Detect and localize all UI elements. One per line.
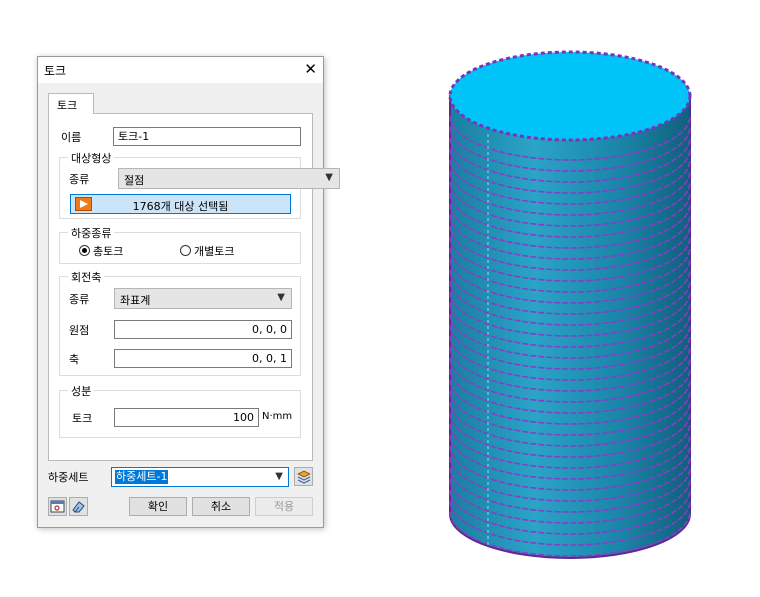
radio-total-torque[interactable] bbox=[79, 245, 90, 256]
axis-label: 축 bbox=[69, 353, 80, 366]
cylinder-top-face bbox=[448, 50, 692, 142]
load-type-group: 하중종류 총토크 개별토크 bbox=[59, 225, 301, 264]
radio-individual-torque-label: 개별토크 bbox=[194, 245, 235, 258]
axis-input[interactable]: 0, 0, 1 bbox=[114, 349, 292, 368]
component-group-title: 성분 bbox=[68, 383, 95, 399]
cancel-button[interactable]: 취소 bbox=[192, 497, 250, 516]
radio-individual-torque[interactable] bbox=[180, 245, 191, 256]
chevron-down-icon: ▼ bbox=[325, 172, 333, 183]
axis-type-value: 좌표계 bbox=[120, 294, 151, 307]
layers-icon bbox=[297, 470, 311, 484]
origin-input[interactable]: 0, 0, 0 bbox=[114, 320, 292, 339]
target-group-title: 대상형상 bbox=[68, 150, 115, 166]
tab-panel: 이름 토크-1 대상형상 종류 절점 ▼ 1768개 대상 선택됨 하중종류 총… bbox=[48, 113, 340, 461]
cylinder-model[interactable] bbox=[440, 34, 700, 564]
load-set-label: 하중세트 bbox=[48, 471, 89, 484]
torque-input[interactable]: 100 bbox=[114, 408, 259, 427]
select-targets-button[interactable]: 1768개 대상 선택됨 bbox=[70, 194, 291, 214]
torque-label: 토크 bbox=[72, 412, 93, 425]
load-set-value: 하중세트-1 bbox=[115, 470, 169, 484]
ok-button[interactable]: 확인 bbox=[129, 497, 187, 516]
axis-group: 회전축 종류 좌표계 ▼ 원점 0, 0, 0 축 0, 0, 1 bbox=[59, 269, 301, 376]
load-type-group-title: 하중종류 bbox=[68, 225, 115, 241]
tab-torque-label: 토크 bbox=[57, 99, 78, 112]
torque-dialog: 토크 ✕ 토크 이름 토크-1 대상형상 종류 절점 ▼ 1768개 대상 선택… bbox=[37, 56, 340, 528]
origin-label: 원점 bbox=[69, 324, 90, 337]
dialog-titlebar: 토크 ✕ bbox=[38, 57, 323, 83]
preview-icon bbox=[50, 500, 65, 513]
name-label: 이름 bbox=[61, 131, 82, 144]
preview-button[interactable] bbox=[48, 497, 67, 516]
torque-unit: N·mm bbox=[262, 411, 293, 422]
axis-type-label: 종류 bbox=[69, 293, 90, 306]
dialog-title: 토크 bbox=[44, 64, 67, 78]
axis-group-title: 회전축 bbox=[68, 269, 105, 285]
axis-type-select[interactable]: 좌표계 ▼ bbox=[114, 288, 292, 309]
component-group: 성분 토크 100 N·mm bbox=[59, 383, 301, 438]
radio-total-torque-label: 총토크 bbox=[93, 245, 124, 258]
select-targets-label: 1768개 대상 선택됨 bbox=[132, 200, 229, 213]
target-type-label: 종류 bbox=[69, 173, 90, 186]
target-group: 대상형상 종류 절점 ▼ 1768개 대상 선택됨 bbox=[59, 150, 340, 219]
name-input[interactable]: 토크-1 bbox=[113, 127, 301, 146]
eraser-icon bbox=[72, 501, 85, 513]
load-set-select[interactable]: 하중세트-1 ▼ bbox=[111, 467, 289, 487]
target-type-select[interactable]: 절점 ▼ bbox=[118, 168, 340, 189]
load-set-manager-button[interactable] bbox=[294, 467, 313, 486]
chevron-down-icon: ▼ bbox=[277, 292, 285, 303]
clear-button[interactable] bbox=[69, 497, 88, 516]
close-icon[interactable]: ✕ bbox=[304, 60, 317, 78]
apply-button[interactable]: 적용 bbox=[255, 497, 313, 516]
target-type-value: 절점 bbox=[124, 174, 145, 187]
tab-torque[interactable]: 토크 bbox=[48, 93, 94, 114]
chevron-down-icon: ▼ bbox=[275, 471, 283, 482]
